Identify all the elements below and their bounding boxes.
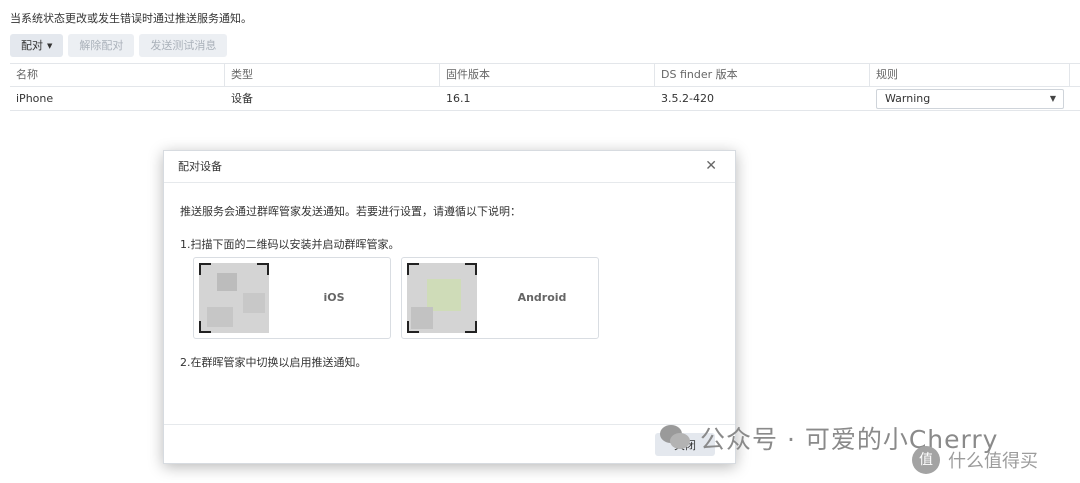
close-icon[interactable]: ✕ [705, 151, 717, 182]
header-name[interactable]: 名称 [10, 64, 225, 86]
toolbar: 配对 ▼ 解除配对 发送测试消息 [10, 34, 228, 57]
pair-label: 配对 [21, 39, 43, 52]
qr-code-icon [199, 263, 269, 333]
rule-select[interactable]: Warning ▼ [876, 89, 1064, 109]
header-firmware[interactable]: 固件版本 [440, 64, 655, 86]
cell-type: 设备 [231, 92, 253, 105]
pair-button[interactable]: 配对 ▼ [10, 34, 64, 57]
intro-text: 当系统状态更改或发生错误时通过推送服务通知。 [10, 12, 252, 25]
cell-name: iPhone [16, 92, 54, 105]
cell-finder: 3.5.2-420 [661, 92, 714, 105]
header-rule[interactable]: 规则 [870, 64, 1070, 86]
android-qr-card[interactable]: Android [401, 257, 599, 339]
device-table: 名称 类型 固件版本 DS finder 版本 规则 iPhone 设备 16.… [10, 63, 1080, 111]
chevron-down-icon: ▼ [47, 41, 53, 50]
table-header: 名称 类型 固件版本 DS finder 版本 规则 [10, 63, 1080, 87]
cell-firmware: 16.1 [446, 92, 471, 105]
header-finder[interactable]: DS finder 版本 [655, 64, 870, 86]
pair-device-dialog: 配对设备 ✕ 推送服务会通过群晖管家发送通知。若要进行设置，请遵循以下说明： 1… [163, 150, 736, 464]
step-1-text: 1.扫描下面的二维码以安装并启动群晖管家。 [180, 238, 400, 251]
smzdm-watermark-text: 什么值得买 [948, 451, 1038, 472]
step-2-text: 2.在群晖管家中切换以启用推送通知。 [180, 356, 367, 369]
header-type[interactable]: 类型 [225, 64, 440, 86]
ios-label: iOS [323, 291, 345, 304]
smzdm-logo-icon: 值 [912, 446, 940, 474]
chevron-down-icon: ▼ [1049, 94, 1056, 103]
unpair-button[interactable]: 解除配对 [68, 34, 135, 57]
table-row[interactable]: iPhone 设备 16.1 3.5.2-420 Warning ▼ [10, 87, 1080, 111]
wechat-logo-icon [660, 425, 690, 451]
cell-rule: Warning ▼ [870, 87, 1070, 110]
dialog-title: 配对设备 [178, 160, 222, 173]
ios-qr-card[interactable]: iOS [193, 257, 391, 339]
rule-select-value: Warning [885, 92, 931, 105]
send-test-button[interactable]: 发送测试消息 [139, 34, 228, 57]
android-label: Android [517, 291, 567, 304]
instruction-text: 推送服务会通过群晖管家发送通知。若要进行设置，请遵循以下说明： [180, 205, 521, 218]
dialog-footer: 关闭 [164, 424, 735, 463]
dialog-header: 配对设备 ✕ [164, 151, 735, 183]
qr-code-icon [407, 263, 477, 333]
smzdm-watermark: 值 什么值得买 [912, 446, 1038, 474]
